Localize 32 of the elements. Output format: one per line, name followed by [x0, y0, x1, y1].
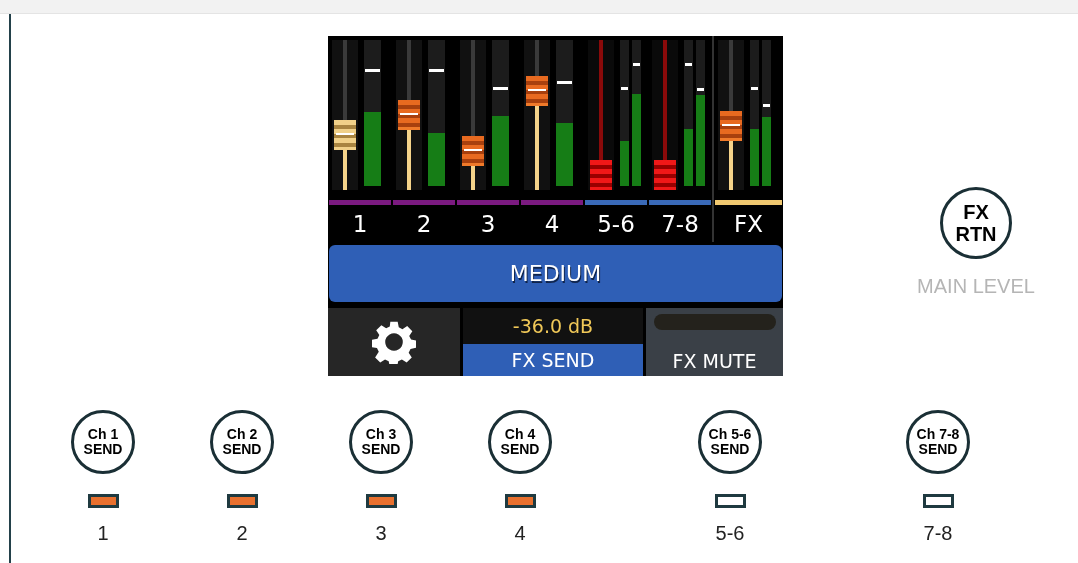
fx-return-button[interactable]: FX RTN — [940, 187, 1012, 259]
fx-send-value: -36.0 dB — [463, 308, 643, 344]
channel-label: 5-6 — [597, 210, 635, 237]
channel-label: 1 — [352, 210, 368, 237]
channel-number: 3 — [375, 522, 387, 545]
channel-label: 3 — [480, 210, 496, 237]
send-button[interactable]: Ch 5-6 SEND — [698, 410, 762, 474]
send-button[interactable]: Ch 4 SEND — [488, 410, 552, 474]
main-level-label: MAIN LEVEL — [917, 275, 1035, 298]
fx-send-button[interactable]: FX SEND — [463, 344, 643, 376]
channel-label: FX — [734, 210, 763, 237]
channel-number: 5-6 — [715, 522, 745, 545]
send-button[interactable]: Ch 7-8 SEND — [906, 410, 970, 474]
settings-button[interactable] — [328, 308, 460, 376]
send-button[interactable]: Ch 1 SEND — [71, 410, 135, 474]
channel-number: 7-8 — [923, 522, 953, 545]
channel-number: 4 — [514, 522, 526, 545]
channel-number: 1 — [97, 522, 109, 545]
channel-label: 4 — [544, 210, 560, 237]
send-button[interactable]: Ch 3 SEND — [349, 410, 413, 474]
send-button[interactable]: Ch 2 SEND — [210, 410, 274, 474]
fader-knob[interactable] — [720, 110, 742, 141]
fader-knob[interactable] — [462, 136, 484, 166]
settings-icon — [372, 320, 416, 364]
fader-knob[interactable] — [334, 119, 356, 150]
channel-label: 7-8 — [661, 210, 699, 237]
channel-number: 2 — [236, 522, 248, 545]
channel-label: 2 — [416, 210, 432, 237]
fader-knob[interactable] — [526, 76, 548, 106]
fader-knob[interactable] — [398, 100, 420, 130]
preset-button[interactable]: MEDIUM — [329, 245, 782, 302]
fx-mute-button[interactable]: FX MUTE — [646, 308, 783, 376]
